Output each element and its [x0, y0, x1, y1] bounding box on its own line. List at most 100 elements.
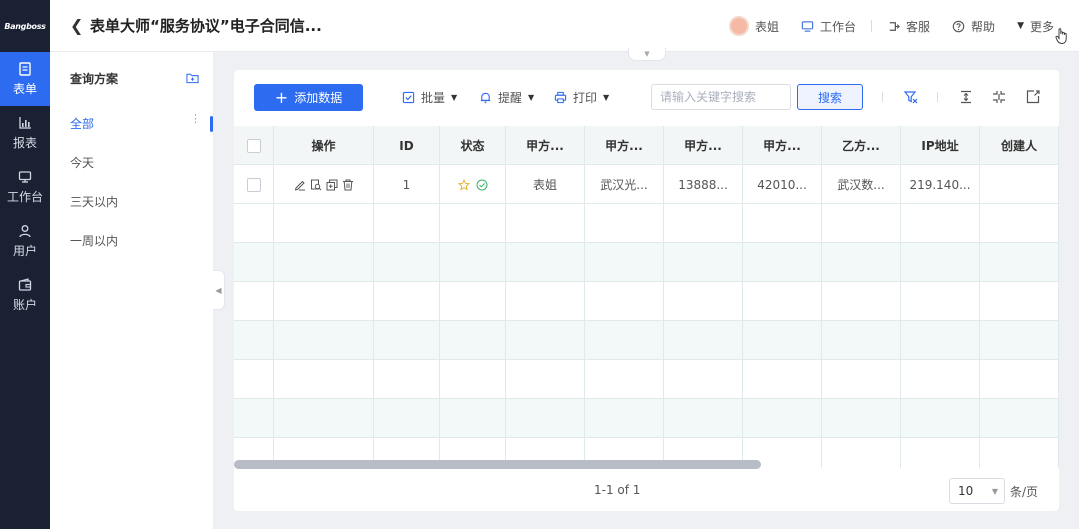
- export-icon[interactable]: [1025, 89, 1041, 105]
- table-cell: [585, 399, 664, 438]
- column-header[interactable]: 操作: [274, 126, 374, 165]
- panel-collapse-handle[interactable]: ◀: [213, 270, 225, 310]
- more-dots-icon[interactable]: ⋮: [190, 113, 201, 124]
- table-cell: [901, 360, 980, 399]
- plan-item-all[interactable]: 全部 ⋮: [50, 104, 213, 143]
- workbench-link[interactable]: 工作台: [790, 18, 867, 35]
- column-header[interactable]: 甲方...: [506, 126, 585, 165]
- search-input[interactable]: [651, 84, 791, 110]
- page-size-select[interactable]: 10 ▼: [949, 478, 1005, 504]
- left-nav-rail: Bangboss 表单 报表 工作台 用户 账户: [0, 0, 50, 529]
- star-icon[interactable]: [457, 178, 470, 191]
- remind-dropdown[interactable]: 提醒 ▼: [479, 89, 534, 106]
- table-cell: [274, 165, 374, 204]
- user-menu[interactable]: 表姐: [718, 16, 790, 36]
- rail-item-workbench[interactable]: 工作台: [0, 160, 50, 214]
- row-height-icon[interactable]: [958, 89, 974, 105]
- empty-row: [234, 243, 1059, 282]
- plan-item-today[interactable]: 今天: [50, 143, 213, 182]
- app-logo[interactable]: Bangboss: [0, 0, 50, 52]
- table-cell: [743, 321, 822, 360]
- row-actions: [294, 179, 354, 191]
- column-header[interactable]: IP地址: [901, 126, 980, 165]
- column-header[interactable]: 甲方...: [664, 126, 743, 165]
- column-header[interactable]: 乙方...: [822, 126, 901, 165]
- plan-item-label: 全部: [70, 117, 95, 131]
- caret-down-icon: ▼: [451, 93, 458, 102]
- table-cell: [822, 321, 901, 360]
- table-cell: [374, 399, 440, 438]
- rail-item-form[interactable]: 表单: [0, 52, 50, 106]
- edit-icon[interactable]: [294, 179, 306, 191]
- table-cell: 1: [374, 165, 440, 204]
- table-cell: [980, 282, 1059, 321]
- query-plan-panel: 查询方案 全部 ⋮ 今天 三天以内 一周以内: [50, 52, 214, 529]
- remind-label: 提醒: [498, 91, 523, 105]
- filter-icon[interactable]: [903, 89, 919, 105]
- bell-icon: [480, 92, 491, 104]
- table-cell: [234, 282, 274, 321]
- data-table: 操作 ID 状态 甲方... 甲方... 甲方... 甲方... 乙方... IP地址 创建人 1 表…: [234, 126, 1059, 468]
- table-cell: [822, 243, 901, 282]
- service-icon: [889, 21, 900, 31]
- rail-item-account[interactable]: 账户: [0, 268, 50, 322]
- table-cell: [440, 243, 506, 282]
- table-cell: [274, 243, 374, 282]
- column-header[interactable]: 创建人: [980, 126, 1059, 165]
- table-cell: [901, 399, 980, 438]
- table-cell: [440, 282, 506, 321]
- chart-icon: [19, 116, 31, 129]
- add-folder-icon[interactable]: [186, 72, 199, 84]
- service-label: 客服: [906, 19, 931, 34]
- table-cell: [274, 282, 374, 321]
- select-all-checkbox[interactable]: [246, 138, 261, 153]
- back-arrow-icon[interactable]: ❮: [70, 16, 86, 35]
- column-settings-icon[interactable]: [991, 89, 1007, 105]
- select-all-cell[interactable]: [234, 126, 274, 165]
- view-icon[interactable]: [310, 179, 322, 191]
- table-cell: [374, 360, 440, 399]
- column-header[interactable]: 状态: [440, 126, 506, 165]
- table-cell: 219.140...: [901, 165, 980, 204]
- page-size-value: 10: [958, 484, 974, 498]
- copy-icon[interactable]: [326, 179, 338, 191]
- table-cell: [743, 399, 822, 438]
- help-label: 帮助: [971, 19, 996, 34]
- rail-item-label: 报表: [12, 135, 37, 150]
- batch-dropdown[interactable]: 批量 ▼: [402, 89, 457, 106]
- table-cell: [901, 204, 980, 243]
- caret-down-icon: ▼: [603, 93, 610, 102]
- table-row[interactable]: 1 表姐 武汉光... 13888... 42010... 武汉数... 219.140..…: [234, 165, 1059, 204]
- rail-item-user[interactable]: 用户: [0, 214, 50, 268]
- caret-down-icon: ▼: [528, 93, 535, 102]
- table-cell: [901, 282, 980, 321]
- table-cell: 13888...: [664, 165, 743, 204]
- table-cell: [664, 204, 743, 243]
- table-cell: [901, 243, 980, 282]
- search-button[interactable]: 搜索: [797, 84, 863, 110]
- table-cell: [822, 360, 901, 399]
- column-header[interactable]: ID: [374, 126, 440, 165]
- header-collapse-tab[interactable]: ▼: [628, 48, 666, 61]
- pagination-bar: 1-1 of 1 10 ▼ 条/页: [234, 469, 1059, 511]
- row-checkbox[interactable]: [246, 177, 261, 192]
- plan-item-three-days[interactable]: 三天以内: [50, 182, 213, 221]
- table-cell: [585, 321, 664, 360]
- print-dropdown[interactable]: 打印 ▼: [554, 89, 609, 106]
- rail-item-label: 工作台: [6, 189, 43, 204]
- header-actions: 表姐 工作台 客服 帮助 ▼ 更多: [718, 0, 1065, 52]
- customer-service-link[interactable]: 客服: [876, 18, 941, 35]
- rail-item-report[interactable]: 报表: [0, 106, 50, 160]
- table-cell: [440, 360, 506, 399]
- column-header[interactable]: 甲方...: [585, 126, 664, 165]
- column-header[interactable]: 甲方...: [743, 126, 822, 165]
- help-link[interactable]: 帮助: [941, 18, 1006, 35]
- plan-item-one-week[interactable]: 一周以内: [50, 221, 213, 260]
- add-data-label: 添加数据: [294, 91, 343, 105]
- delete-icon[interactable]: [342, 179, 354, 191]
- rail-item-label: 账户: [12, 297, 37, 312]
- add-data-button[interactable]: + 添加数据: [254, 84, 363, 111]
- divider: [937, 92, 938, 102]
- table-cell: 42010...: [743, 165, 822, 204]
- horizontal-scrollbar[interactable]: [234, 460, 761, 469]
